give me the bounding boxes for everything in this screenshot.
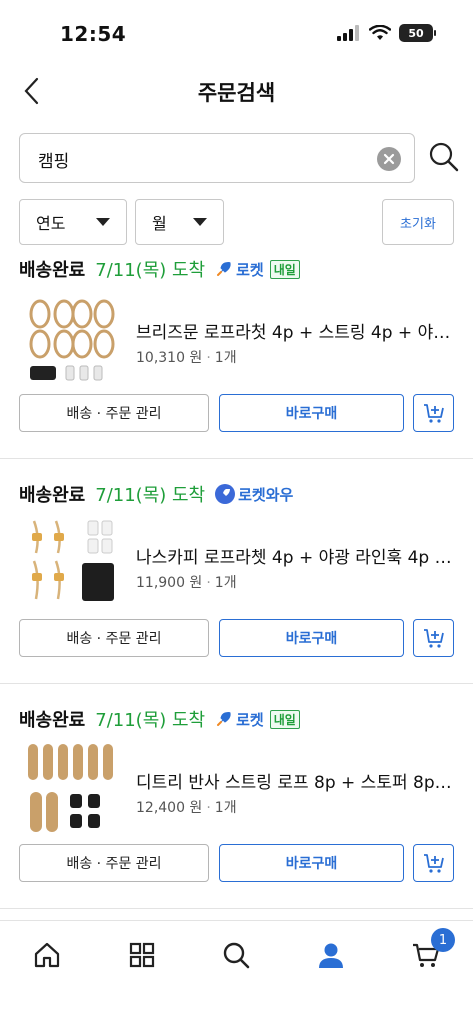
close-icon: [383, 153, 395, 165]
separator-dot: ·: [206, 800, 211, 816]
price: 12,400 원: [136, 800, 203, 816]
wifi-icon: [369, 25, 391, 40]
separator-dot: ·: [206, 350, 211, 366]
caret-down-icon: [193, 218, 207, 226]
tab-my-page[interactable]: [311, 935, 351, 975]
manage-order-button[interactable]: 배송 · 주문 관리: [19, 394, 209, 432]
order-item: 배송완료 7/11(목) 도착 로켓 내일: [0, 253, 473, 459]
product-thumbnail[interactable]: [26, 742, 118, 834]
rocket-badge: 로켓 내일: [215, 259, 300, 280]
search-input-value: 캠핑: [38, 152, 70, 172]
tab-home[interactable]: [27, 935, 67, 975]
order-list[interactable]: 배송완료 7/11(목) 도착 로켓 내일 브리즈문 로프라첫 4p + 스트링…: [0, 253, 473, 920]
product-name[interactable]: 브리즈문 로프라첫 4p + 스트링 4p + 야광 라인훅 4p: [136, 318, 454, 343]
rocket-icon: [217, 712, 231, 726]
badge-text: 로켓: [236, 710, 264, 729]
product-thumbnail[interactable]: [26, 292, 118, 384]
price: 10,310 원: [136, 350, 203, 366]
tab-search[interactable]: [216, 935, 256, 975]
order-item: 배송완료 7/11(목) 도착 로켓와우 나스카피 로프라쳇 4p + 야광 라…: [0, 459, 473, 684]
caret-down-icon: [96, 218, 110, 226]
cart-plus-icon: [423, 404, 444, 423]
manage-order-button[interactable]: 배송 · 주문 관리: [19, 619, 209, 657]
product-thumbnail[interactable]: [26, 517, 118, 609]
year-select[interactable]: 연도: [19, 199, 127, 245]
arrival-date: 7/11(목) 도착: [95, 710, 206, 731]
search-icon: [223, 942, 250, 969]
quantity: 1개: [214, 800, 237, 816]
status-icons: 50: [337, 24, 436, 42]
tab-category[interactable]: [122, 935, 162, 975]
order-header: 배송완료 7/11(목) 도착 로켓와우: [19, 479, 293, 509]
nav-bar: 주문검색: [0, 62, 473, 120]
bottom-tab-bar: [0, 920, 473, 1024]
buy-now-button[interactable]: 바로구매: [219, 619, 404, 657]
tomorrow-tag: 내일: [269, 259, 300, 279]
badge-text: 로켓: [236, 260, 264, 279]
order-status: 배송완료: [19, 485, 86, 506]
add-to-cart-button[interactable]: [413, 394, 454, 432]
arrival-date: 7/11(목) 도착: [95, 485, 206, 506]
order-actions: 배송 · 주문 관리 바로구매: [19, 844, 454, 882]
order-status: 배송완료: [19, 260, 86, 281]
category-icon: [129, 942, 155, 968]
add-to-cart-button[interactable]: [413, 844, 454, 882]
month-select[interactable]: 월: [135, 199, 224, 245]
signal-icon: [337, 25, 359, 41]
product-name[interactable]: 나스카피 로프라쳇 4p + 야광 라인훅 4p 세트: [136, 543, 454, 568]
price-line: 11,900 원 · 1개: [136, 572, 237, 592]
page-title: 주문검색: [197, 81, 276, 105]
separator-dot: ·: [206, 575, 211, 591]
order-status: 배송완료: [19, 710, 86, 731]
price-line: 10,310 원 · 1개: [136, 347, 237, 367]
battery-icon: 50: [399, 24, 436, 42]
reset-button[interactable]: 초기화: [382, 199, 454, 245]
my-page-icon: [319, 943, 343, 968]
product-name[interactable]: 디트리 반사 스트링 로프 8p + 스토퍼 8p 세트: [136, 768, 454, 793]
search-input[interactable]: 캠핑: [19, 133, 415, 183]
order-actions: 배송 · 주문 관리 바로구매: [19, 394, 454, 432]
order-item: 배송완료 7/11(목) 도착 로켓 내일: [0, 684, 473, 909]
quantity: 1개: [214, 575, 237, 591]
cart-plus-icon: [423, 854, 444, 873]
order-header: 배송완료 7/11(목) 도착 로켓 내일: [19, 704, 300, 734]
cart-count-badge: 1: [431, 928, 455, 952]
buy-now-button[interactable]: 바로구매: [219, 844, 404, 882]
price: 11,900 원: [136, 575, 203, 591]
tomorrow-tag: 내일: [269, 709, 300, 729]
year-select-label: 연도: [36, 214, 66, 233]
cart-plus-icon: [423, 629, 444, 648]
add-to-cart-button[interactable]: [413, 619, 454, 657]
order-header: 배송완료 7/11(목) 도착 로켓 내일: [19, 254, 300, 284]
filter-row: 연도 월 초기화: [19, 199, 454, 245]
arrival-date: 7/11(목) 도착: [95, 260, 206, 281]
status-time: 12:54: [60, 22, 127, 46]
buy-now-button[interactable]: 바로구매: [219, 394, 404, 432]
clear-button[interactable]: [377, 147, 401, 171]
manage-order-button[interactable]: 배송 · 주문 관리: [19, 844, 209, 882]
badge-text: 로켓와우: [238, 485, 294, 504]
price-line: 12,400 원 · 1개: [136, 797, 237, 817]
order-actions: 배송 · 주문 관리 바로구매: [19, 619, 454, 657]
rocket-badge: 로켓 내일: [215, 709, 300, 730]
rocket-icon: [217, 262, 231, 276]
month-select-label: 월: [152, 214, 167, 233]
quantity: 1개: [214, 350, 237, 366]
home-icon: [34, 942, 60, 968]
status-bar: 12:54 50: [0, 0, 473, 62]
rocket-wow-icon: [215, 484, 236, 504]
search-button[interactable]: [428, 141, 460, 173]
search-icon: [429, 142, 459, 172]
rocket-wow-badge: 로켓와우: [215, 484, 293, 505]
